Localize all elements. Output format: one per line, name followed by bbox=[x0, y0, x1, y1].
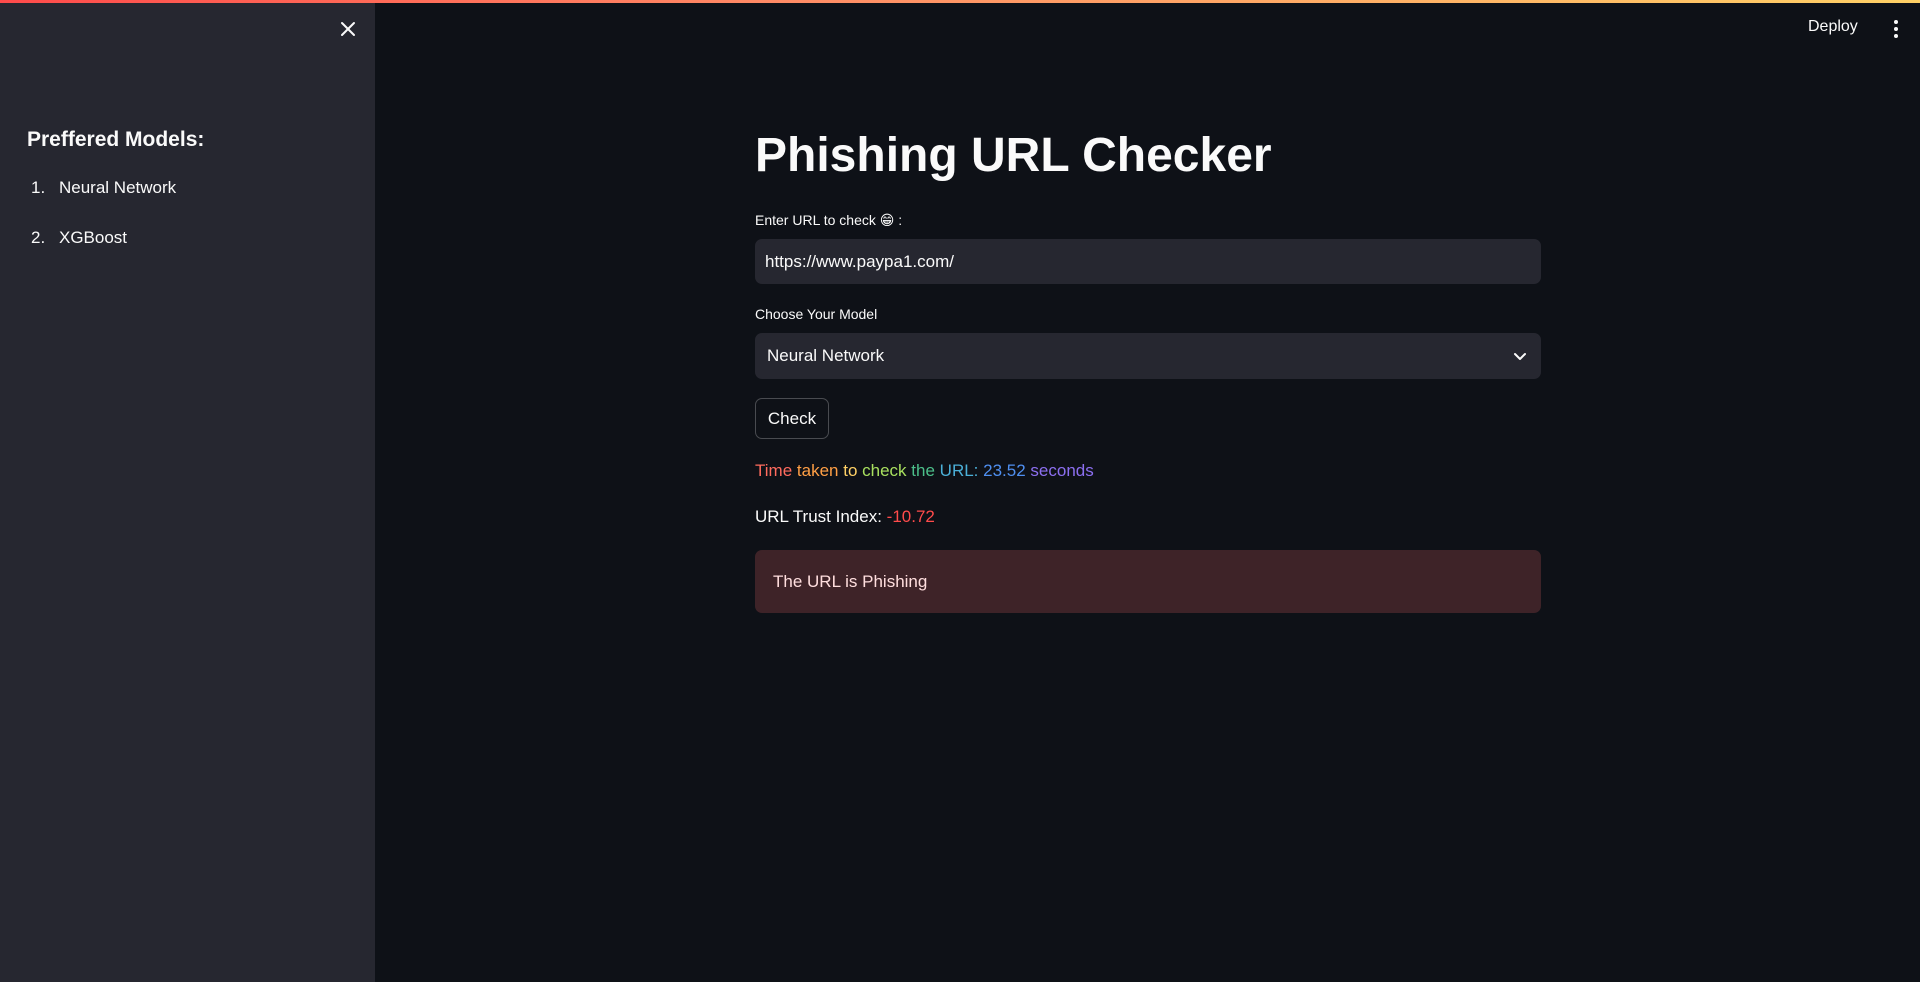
list-item: 1. Neural Network bbox=[27, 178, 176, 228]
page-title: Phishing URL Checker bbox=[755, 129, 1272, 182]
result-alert: The URL is Phishing bbox=[755, 550, 1541, 613]
list-item-label: Neural Network bbox=[59, 178, 177, 197]
close-icon[interactable] bbox=[337, 18, 359, 40]
model-select-label: Choose Your Model bbox=[755, 306, 878, 322]
chevron-down-icon bbox=[1514, 353, 1526, 360]
time-taken-word: taken bbox=[796, 461, 839, 480]
result-alert-text: The URL is Phishing bbox=[773, 571, 928, 591]
vertical-ellipsis-icon[interactable] bbox=[1886, 18, 1906, 40]
time-taken-value: 23.52 bbox=[983, 461, 1026, 480]
check-button[interactable]: Check bbox=[755, 398, 829, 439]
preferred-models-list: 1. Neural Network 2. XGBoost bbox=[27, 178, 176, 278]
trust-index-value: -10.72 bbox=[886, 507, 935, 526]
deploy-button[interactable]: Deploy bbox=[1808, 18, 1858, 36]
list-item-number: 1. bbox=[31, 178, 46, 197]
time-taken-text: Time taken to check the URL: 23.52 secon… bbox=[755, 461, 1094, 481]
time-taken-word: to bbox=[843, 461, 858, 480]
time-taken-word: Time bbox=[755, 461, 793, 480]
sidebar-heading: Preffered Models: bbox=[27, 128, 205, 151]
time-taken-word: seconds bbox=[1030, 461, 1094, 480]
url-input-label: Enter URL to check 😁 : bbox=[755, 212, 903, 228]
url-input[interactable] bbox=[755, 239, 1541, 284]
model-select[interactable]: Neural Network bbox=[755, 333, 1541, 379]
time-taken-word: the bbox=[911, 461, 935, 480]
trust-index-line: URL Trust Index: -10.72 bbox=[755, 507, 935, 527]
sidebar: Preffered Models: 1. Neural Network 2. X… bbox=[0, 0, 375, 982]
list-item-label: XGBoost bbox=[59, 228, 128, 247]
time-taken-word: URL: bbox=[939, 461, 979, 480]
list-item-number: 2. bbox=[31, 228, 46, 247]
trust-index-label: URL Trust Index: bbox=[755, 507, 882, 526]
list-item: 2. XGBoost bbox=[27, 228, 176, 278]
model-select-value: Neural Network bbox=[767, 346, 885, 365]
time-taken-word: check bbox=[862, 461, 907, 480]
top-decoration-bar bbox=[0, 0, 1920, 3]
